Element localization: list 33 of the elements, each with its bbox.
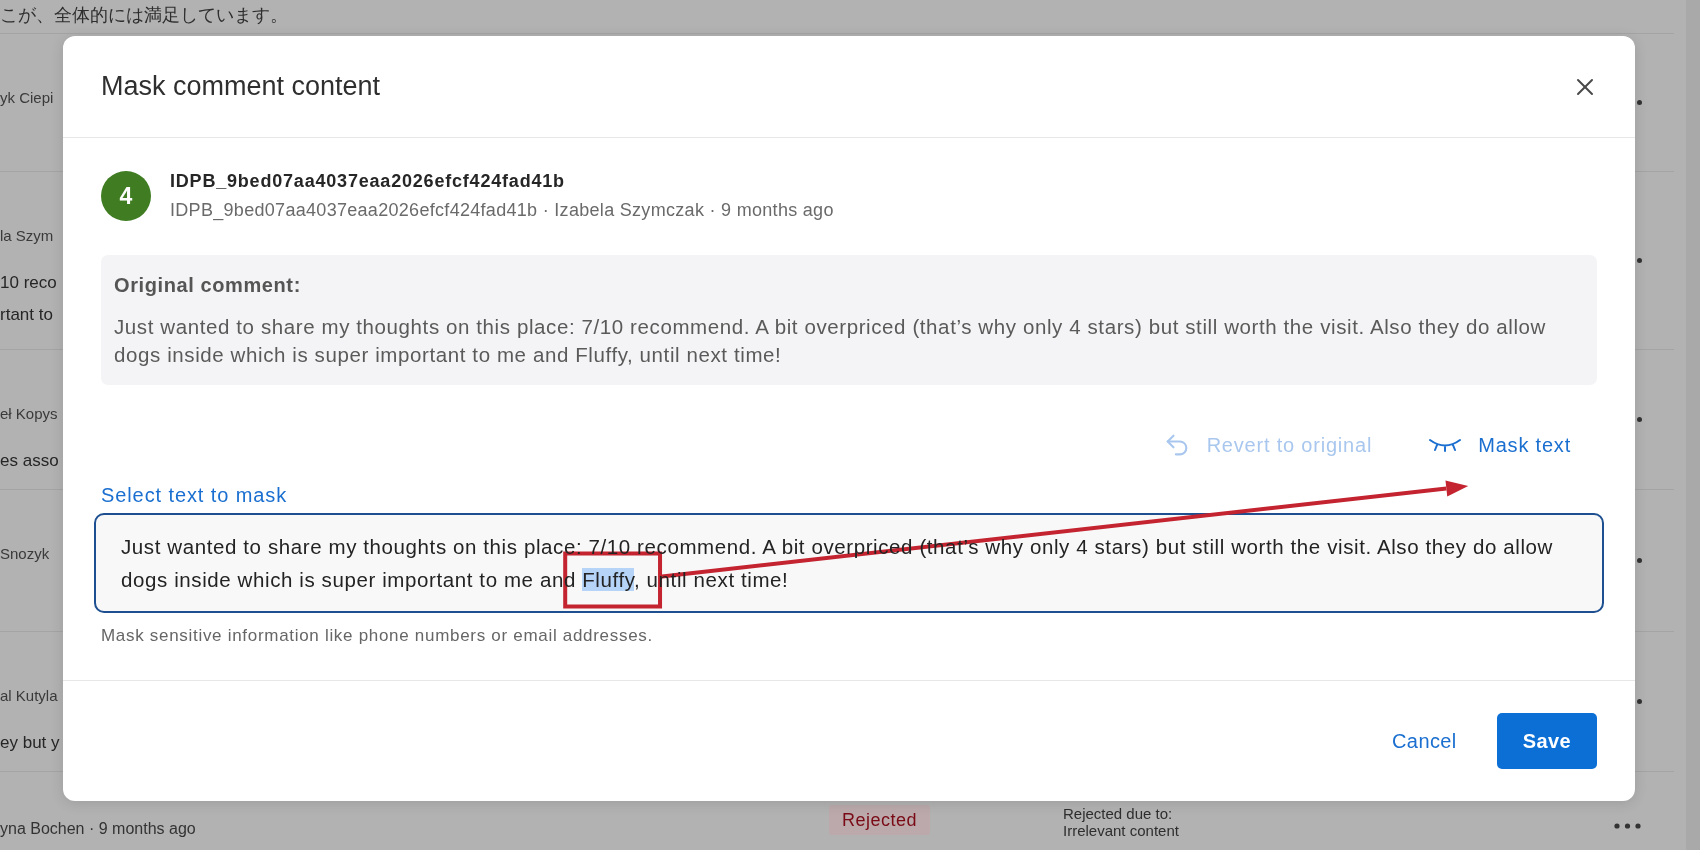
author-name: la Szym: [0, 227, 54, 245]
comment-text: 10 reco: [0, 272, 57, 294]
comment-text: es asso: [0, 450, 59, 472]
more-icon[interactable]: [1614, 823, 1641, 829]
author-name: al Kutyla: [0, 687, 58, 705]
author-name: Snozyk: [0, 545, 50, 563]
score-avatar: 4: [101, 171, 151, 221]
status-badge: Rejected: [829, 805, 931, 835]
dot-icon[interactable]: [1637, 558, 1642, 563]
original-comment-text: Just wanted to share my thoughts on this place: 7/10 recommend. A bit overpriced (that’s why only 4 stars) but still worth the visit. Also they do allow dogs inside which is super important to me and Fluffy, until next time!: [114, 314, 1547, 368]
author-name: yk Ciepi: [0, 89, 54, 107]
dot-icon[interactable]: [1637, 258, 1642, 263]
cancel-button[interactable]: Cancel: [1380, 713, 1469, 769]
comment-text: こが、全体的には満足しています。: [0, 5, 288, 25]
author-name: eł Kopys: [0, 405, 58, 423]
response-meta: IDPB_9bed07aa4037eaa2026efcf424fad41b · Izabela Szymczak · 9 months ago: [170, 201, 834, 219]
field-hint: Mask sensitive information like phone numbers or email addresses.: [101, 626, 653, 646]
dot-icon[interactable]: [1637, 699, 1642, 704]
dot-icon[interactable]: [1637, 100, 1642, 105]
reason-text: Irrelevant content: [1063, 822, 1179, 839]
reason-label: Rejected due to:: [1063, 805, 1173, 822]
comment-text: ey but y: [0, 732, 60, 754]
dot-icon[interactable]: [1637, 417, 1642, 422]
dialog-title: Mask comment content: [101, 71, 381, 102]
comment-text: rtant to: [0, 304, 53, 326]
field-label: Select text to mask: [101, 484, 288, 506]
selected-text: Fluffy: [582, 568, 635, 591]
closed-eye-icon: [1428, 438, 1463, 452]
save-button[interactable]: Save: [1496, 713, 1597, 769]
mask-text-button[interactable]: Mask text: [1428, 427, 1571, 463]
author-meta: yna Bochen · 9 months ago: [0, 819, 196, 839]
original-comment-heading: Original comment:: [114, 273, 302, 297]
response-id: IDPB_9bed07aa4037eaa2026efcf424fad41b: [170, 172, 566, 190]
